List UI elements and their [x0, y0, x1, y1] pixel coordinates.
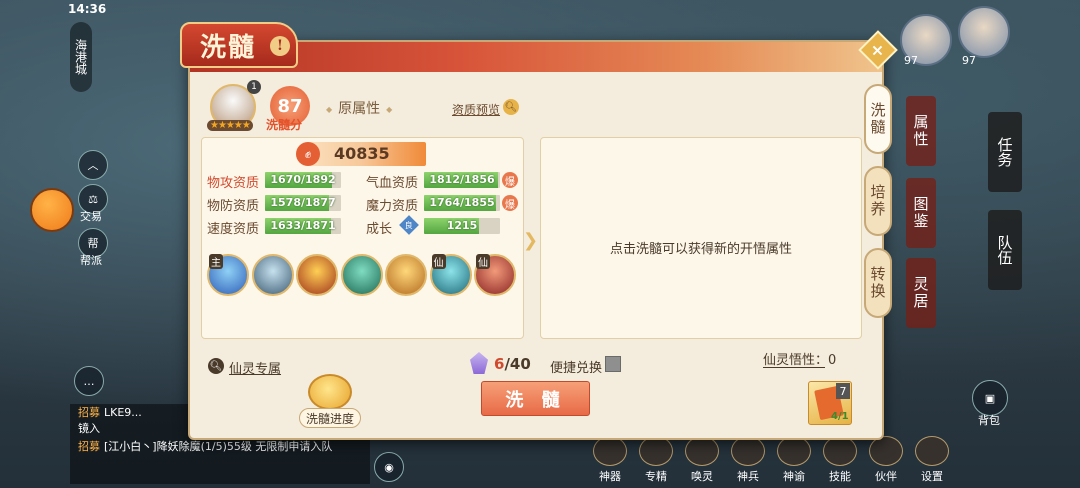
guild-label: 帮派: [80, 254, 102, 267]
wash-button[interactable]: 洗 髓: [481, 381, 590, 416]
tab-wash[interactable]: 洗髓: [864, 84, 892, 154]
fist-icon: ✊︎: [296, 142, 320, 166]
wash-progress-label[interactable]: 洗髓进度: [299, 408, 361, 428]
stat-label-speed: 速度资质: [207, 222, 260, 237]
team-button[interactable]: 队伍: [988, 210, 1022, 290]
status-time: 14:36: [68, 2, 107, 16]
player-avatar[interactable]: [958, 6, 1010, 58]
oracle-icon: [777, 436, 811, 466]
skill-tag: 仙: [431, 254, 446, 269]
stat-label-hp: 气血资质: [366, 176, 419, 191]
exclusive-link[interactable]: 仙灵专属: [229, 358, 281, 377]
menu-skill[interactable]: 技能: [820, 436, 860, 484]
chat-line: 招募 [江小白丶]降妖除魔(1/5)55级 无限制申请入队: [78, 440, 333, 453]
pet-avatar-level: 97: [904, 54, 918, 67]
tab-attributes[interactable]: 属性: [906, 96, 936, 166]
close-icon: ×: [871, 40, 885, 60]
stat-bar-patk: 1670/1892: [265, 172, 341, 188]
stat-label-pdef: 物防资质: [207, 199, 260, 214]
skill-icon[interactable]: [385, 254, 427, 296]
chat-icon[interactable]: …: [74, 366, 104, 396]
current-attr-card: [201, 137, 524, 339]
tab-codex[interactable]: 图鉴: [906, 178, 936, 248]
crystal-count: 6/40: [494, 355, 531, 373]
stat-bar-growth: 1215: [424, 218, 500, 234]
power-value: 40835: [334, 144, 390, 163]
bottom-menu: 神器 专精 唤灵 神兵 神谕 技能 伙伴 设置: [590, 436, 1030, 488]
insight-underline: [763, 367, 825, 368]
specialty-icon: [639, 436, 673, 466]
artifact-icon: [593, 436, 627, 466]
settings-icon: [915, 436, 949, 466]
skill-icon[interactable]: [340, 254, 383, 296]
menu-artifact[interactable]: 神器: [590, 436, 630, 484]
bag-icon[interactable]: ▣: [972, 380, 1008, 416]
chat-line: 镜入: [78, 422, 100, 435]
skill-icon: [823, 436, 857, 466]
wash-score-label: 洗髓分: [266, 118, 303, 132]
burst-badge: 爆: [502, 195, 518, 211]
wash-progress-icon[interactable]: [308, 374, 352, 410]
info-icon[interactable]: !: [270, 36, 290, 56]
skill-icon[interactable]: [251, 254, 294, 296]
pet-icon[interactable]: [30, 188, 74, 232]
skill-tag: 仙: [476, 254, 490, 269]
partner-icon: [869, 436, 903, 466]
menu-specialty[interactable]: 专精: [636, 436, 676, 484]
stat-bar-speed: 1633/1871: [265, 218, 341, 234]
dialog-title: 洗髓 !: [180, 22, 298, 68]
tab-residence[interactable]: 灵居: [906, 258, 936, 328]
wash-hint: 点击洗髓可以获得新的开悟属性: [609, 242, 792, 257]
stat-label-growth: 成长: [366, 222, 393, 237]
item-count: 7: [836, 383, 850, 399]
menu-settings[interactable]: 设置: [912, 436, 952, 484]
chat-line: 招募 LKE9...: [78, 406, 142, 419]
trade-label: 交易: [80, 210, 102, 223]
menu-partner[interactable]: 伙伴: [866, 436, 906, 484]
item-fraction: 4/1: [831, 411, 849, 422]
menu-weapon[interactable]: 神兵: [728, 436, 768, 484]
bag-label: 背包: [978, 414, 1000, 427]
stat-bar-hp: 1812/1856: [424, 172, 500, 188]
weapon-icon: [731, 436, 765, 466]
hero-index-badge: 1: [247, 80, 261, 94]
stat-label-patk: 物攻资质: [207, 176, 260, 191]
collapse-up-icon[interactable]: ︿: [78, 150, 108, 180]
skill-tag: 主: [209, 254, 223, 269]
original-attr-label: 原属性: [320, 98, 398, 118]
tab-cultivate[interactable]: 培养: [864, 166, 892, 236]
menu-summon[interactable]: 唤灵: [682, 436, 722, 484]
insight-label: 仙灵悟性：0: [763, 353, 837, 368]
task-button[interactable]: 任务: [988, 112, 1022, 192]
skill-icon[interactable]: [296, 254, 338, 296]
location-tab[interactable]: 海港城: [70, 22, 92, 92]
search-icon[interactable]: 🔍︎: [503, 99, 519, 115]
quick-exchange-checkbox[interactable]: [605, 356, 621, 372]
menu-oracle[interactable]: 神谕: [774, 436, 814, 484]
player-avatar-level: 97: [962, 54, 976, 67]
tab-convert[interactable]: 转换: [864, 248, 892, 318]
hero-stars: ★★★★★: [207, 120, 253, 131]
quick-exchange-label: 便捷兑换: [550, 361, 603, 376]
stat-bar-pdef: 1578/1877: [265, 195, 341, 211]
burst-badge: 爆: [502, 172, 518, 188]
stat-bar-mp: 1764/1855: [424, 195, 500, 211]
aptitude-preview-link[interactable]: 资质预览: [452, 101, 500, 118]
camera-icon[interactable]: ◉: [374, 452, 404, 482]
search-icon[interactable]: 🔍︎: [208, 358, 224, 374]
summon-icon: [685, 436, 719, 466]
stat-label-mp: 魔力资质: [366, 199, 419, 214]
arrow-right-icon: ❯: [523, 230, 539, 251]
